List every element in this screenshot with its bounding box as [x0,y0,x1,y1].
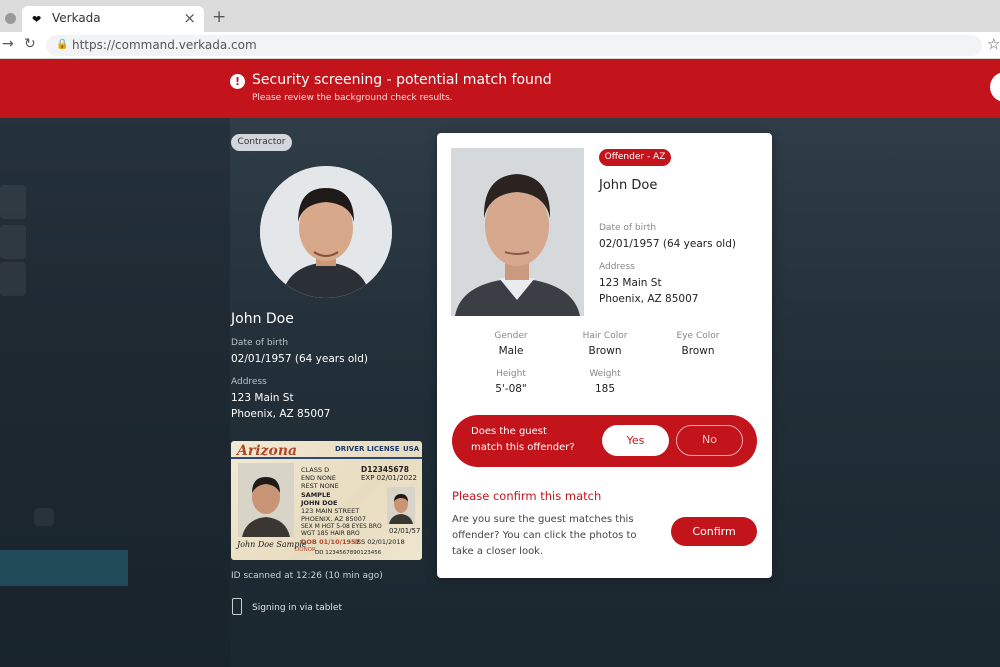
background-thumbnail [0,185,26,219]
url-field[interactable]: 🔒 https://command.verkada.com [46,35,982,56]
background-highlight [0,550,128,586]
confirm-button[interactable]: Confirm [671,517,757,546]
license-ghost-photo [387,487,415,524]
license-street: 123 MAIN STREET [301,507,360,515]
address-bar: → ↻ 🔒 https://command.verkada.com ☆ [0,32,1000,59]
offender-name: John Doe [599,178,658,193]
signin-method: Signing in via tablet [252,603,342,613]
guest-address-label: Address [231,377,267,387]
id-scanned-time: ID scanned at 12:26 (10 min ago) [231,571,383,581]
license-details: SEX M HGT 5-08 EYES BRO [301,523,382,530]
height-value: 5'-08" [495,383,527,395]
alert-banner [0,59,1000,118]
license-band [231,457,422,459]
license-small-date: 02/01/57 [389,527,421,535]
lock-icon: 🔒 [56,39,69,50]
height-label: Height [496,369,526,379]
verkada-logo-icon: ❤ [32,13,42,26]
reload-icon[interactable]: ↻ [24,36,36,52]
close-icon[interactable]: × [183,9,196,27]
new-tab-icon[interactable]: + [212,7,226,27]
tablet-icon [232,598,242,615]
weight-value: 185 [594,383,616,395]
tab-title: Verkada [52,11,101,25]
yes-button[interactable]: Yes [602,425,669,456]
license-last-name: SAMPLE [301,491,331,499]
person-portrait-icon [387,487,415,524]
gender-value: Male [498,345,524,357]
browser-tab-strip: ❤ Verkada × + [0,0,1000,32]
confirm-text: Are you sure the guest matches this offe… [452,514,637,557]
person-portrait-icon [238,463,294,537]
offender-badge: Offender - AZ [599,149,671,166]
guest-dob: 02/01/1957 (64 years old) [231,353,368,365]
license-country: USA [403,445,420,453]
bookmark-star-icon[interactable]: ☆ [987,35,1000,53]
license-rest: REST NONE [301,482,339,490]
match-question-line2: match this offender? [471,442,575,453]
hair-color-value: Brown [588,345,622,357]
license-details2: WGT 185 HAIR BRO [301,530,360,537]
license-exp: EXP 02/01/2022 [361,474,418,482]
browser-tab[interactable]: ❤ Verkada × [22,6,204,32]
background-thumbnail [0,262,26,296]
guest-name: John Doe [231,311,294,327]
no-button[interactable]: No [676,425,743,456]
offender-address-line1: 123 Main St [599,277,662,289]
offender-photo[interactable] [451,148,584,316]
license-signature: John Doe Sample [237,540,307,549]
alert-icon: ! [230,74,245,89]
contractor-badge: Contractor [231,134,292,151]
hair-color-label: Hair Color [582,331,628,341]
url-text: https://command.verkada.com [72,38,257,52]
match-question-line1: Does the guest [471,426,547,437]
person-portrait-icon [260,166,392,298]
banner-title: Security screening - potential match fou… [252,72,552,88]
weight-label: Weight [589,369,621,379]
guest-photo[interactable] [260,166,392,298]
person-portrait-icon [451,148,584,316]
eye-color-label: Eye Color [676,331,720,341]
license-photo [238,463,294,537]
guest-address-line2: Phoenix, AZ 85007 [231,408,331,420]
driver-license-image[interactable]: Arizona DRIVER LICENSE USA CLASS D D1234… [231,441,422,560]
window-control-icon[interactable] [5,13,16,24]
license-dob: DOB 01/10/1957 [301,538,361,546]
banner-subtitle: Please review the background check resul… [252,93,453,103]
eye-color-value: Brown [681,345,715,357]
offender-dob: 02/01/1957 (64 years old) [599,238,736,250]
forward-icon[interactable]: → [2,36,14,52]
confirm-title: Please confirm this match [452,489,602,503]
license-class: CLASS D [301,466,330,474]
license-first-name: JOHN DOE [301,499,338,507]
gender-label: Gender [494,331,528,341]
license-end: END NONE [301,474,336,482]
license-doc-number: DD 1234567890123456 [315,550,382,556]
background-thumbnail [0,225,26,259]
license-issue-date: ISS 02/01/2018 [355,538,405,546]
background-icon [34,508,54,526]
license-type: DRIVER LICENSE [335,445,400,453]
offender-address-label: Address [599,262,635,272]
license-city: PHOENIX, AZ 85007 [301,515,367,523]
offender-address-line2: Phoenix, AZ 85007 [599,293,699,305]
guest-address-line1: 123 Main St [231,392,294,404]
guest-dob-label: Date of birth [231,338,289,348]
offender-dob-label: Date of birth [599,223,657,233]
license-number: D12345678 [361,465,409,474]
